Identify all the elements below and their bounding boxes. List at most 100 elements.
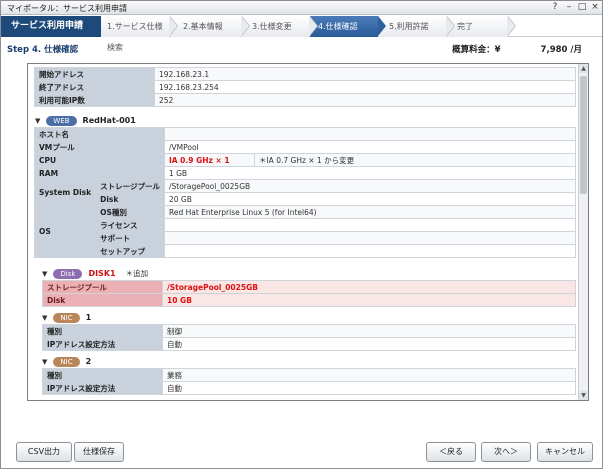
nic-tag: NIC xyxy=(53,313,80,323)
scroll-thumb[interactable] xyxy=(580,76,587,194)
step-4-active: 4.仕様確認 xyxy=(310,16,386,37)
step-2: 2.基本情報 xyxy=(171,16,250,37)
row-value: 252 xyxy=(154,93,576,107)
row-value: 192.168.23.254 xyxy=(154,80,576,94)
table-row: ライセンス xyxy=(35,218,577,232)
nic-type-value: 業務 xyxy=(162,368,576,382)
next-button[interactable]: 次へ＞ xyxy=(481,442,531,462)
footer-bar: CSV出力 仕様保存 ＜戻る 次へ＞ キャンセル xyxy=(1,439,602,469)
table-row: 開始アドレス 192.168.23.1 xyxy=(34,67,576,81)
step-bar: サービス利用申請 1.サービス仕様検索 2.基本情報 3.仕様変更 4.仕様確認… xyxy=(1,16,602,52)
sysdisk-label: System Disk xyxy=(33,179,97,206)
nic-type-label: 種別 xyxy=(42,324,163,338)
scroll-down-icon[interactable]: ▼ xyxy=(579,391,588,400)
nic-type-value: 制御 xyxy=(162,324,576,338)
collapse-triangle-icon[interactable]: ▼ xyxy=(35,115,40,127)
disk-storage-value: /StoragePool_0025GB xyxy=(162,280,576,294)
nic1-section-header[interactable]: ▼ NIC 1 xyxy=(42,312,91,324)
collapse-triangle-icon[interactable]: ▼ xyxy=(42,268,47,280)
step-3: 3.仕様変更 xyxy=(242,16,318,37)
os-label: OS xyxy=(33,205,97,258)
disk-tag: Disk xyxy=(53,269,83,279)
table-row: CPU IA 0.9 GHz × 1 ＊IA 0.7 GHz × 1 から変更 xyxy=(34,153,577,167)
estimate: 概算料金：¥ 7,980 /月 xyxy=(452,43,582,55)
table-row: サポート xyxy=(35,231,577,245)
pool-label: VMプール xyxy=(34,140,165,154)
network-table: 開始アドレス 192.168.23.1 終了アドレス 192.168.23.25… xyxy=(34,67,576,107)
web-section-header[interactable]: ▼ WEB RedHat-001 xyxy=(35,115,136,127)
os-type-value: Red Hat Enterprise Linux 5 (for Intel64) xyxy=(163,205,577,219)
support-label: サポート xyxy=(95,231,165,245)
cpu-note: ＊IA 0.7 GHz × 1 から変更 xyxy=(253,153,577,167)
cancel-button[interactable]: キャンセル xyxy=(537,442,593,462)
cpu-label: CPU xyxy=(34,153,165,167)
sysdisk-storage-label: ストレージプール xyxy=(95,179,165,193)
nic1-table: 種別 制御 IPアドレス設定方法 自動 xyxy=(42,324,576,351)
step-title: Step 4. 仕様確認 xyxy=(7,45,79,55)
table-row: 利用可能IP数 252 xyxy=(34,93,576,107)
minimize-icon[interactable]: – xyxy=(563,2,575,13)
back-button[interactable]: ＜戻る xyxy=(426,442,476,462)
disk-name: DISK1 xyxy=(88,269,116,278)
row-value: 192.168.23.1 xyxy=(154,67,576,81)
table-row: IPアドレス設定方法 自動 xyxy=(42,381,576,395)
host-label: ホスト名 xyxy=(34,127,165,141)
step-done-label: 完了 xyxy=(457,22,473,31)
step-5-label: 5.利用許諾 xyxy=(389,22,429,31)
table-row: 終了アドレス 192.168.23.254 xyxy=(34,80,576,94)
save-spec-button[interactable]: 仕様保存 xyxy=(74,442,124,462)
nic-ip-label: IPアドレス設定方法 xyxy=(42,381,163,395)
ram-value: 1 GB xyxy=(163,166,577,180)
row-label: 開始アドレス xyxy=(34,67,155,81)
step-5: 5.利用許諾 xyxy=(379,16,455,37)
row-label: 利用可能IP数 xyxy=(34,93,155,107)
estimate-value: 7,980 /月 xyxy=(540,45,582,55)
nic2-section-header[interactable]: ▼ NIC 2 xyxy=(42,356,91,368)
row-label: 終了アドレス xyxy=(34,80,155,94)
window-title: マイポータル：サービス利用申請 xyxy=(7,4,127,13)
pool-value: /VMPool xyxy=(163,140,577,154)
app-name: サービス利用申請 xyxy=(1,16,101,37)
nic-index: 1 xyxy=(85,313,92,322)
nic-index: 2 xyxy=(85,357,92,366)
table-row: OS OS種別 Red Hat Enterprise Linux 5 (for … xyxy=(33,205,577,258)
table-row: 種別 制御 xyxy=(42,324,576,338)
server-name: RedHat-001 xyxy=(82,116,136,125)
disk-table: ストレージプール /StoragePool_0025GB Disk 10 GB xyxy=(42,280,576,307)
step-1: 1.サービス仕様検索 xyxy=(101,16,178,52)
step-2-label: 2.基本情報 xyxy=(183,22,223,31)
table-row: RAM 1 GB xyxy=(34,166,577,180)
help-icon[interactable]: ? xyxy=(549,2,561,13)
license-label: ライセンス xyxy=(95,218,165,232)
table-row: セットアップ xyxy=(35,244,577,258)
nic-ip-value: 自動 xyxy=(162,337,576,351)
table-row: ストレージプール /StoragePool_0025GB xyxy=(42,280,576,294)
cpu-value: IA 0.9 GHz × 1 xyxy=(163,153,255,167)
disk-size-value: 10 GB xyxy=(162,293,576,307)
app-window: マイポータル：サービス利用申請 ? – □ × サービス利用申請 1.サービス仕… xyxy=(0,0,603,469)
disk-storage-label: ストレージプール xyxy=(42,280,163,294)
web-tag: WEB xyxy=(46,116,77,126)
collapse-triangle-icon[interactable]: ▼ xyxy=(42,356,47,368)
table-row: IPアドレス設定方法 自動 xyxy=(42,337,576,351)
table-row: VMプール /VMPool xyxy=(34,140,577,154)
scroll-up-icon[interactable]: ▲ xyxy=(579,64,588,73)
title-bar: マイポータル：サービス利用申請 ? – □ × xyxy=(1,1,602,15)
nic-ip-label: IPアドレス設定方法 xyxy=(42,337,163,351)
maximize-icon[interactable]: □ xyxy=(576,2,588,13)
nic-ip-value: 自動 xyxy=(162,381,576,395)
disk-section-header[interactable]: ▼ Disk DISK1 ＊追加 xyxy=(42,268,148,280)
web-spec-table: ホスト名 VMプール /VMPool CPU IA 0.9 GHz × 1 ＊I… xyxy=(33,127,577,258)
setup-value xyxy=(163,244,577,258)
os-type-label: OS種別 xyxy=(95,205,165,219)
table-row: System Disk ストレージプール /StoragePool_0025GB xyxy=(33,179,577,206)
vertical-scrollbar[interactable]: ▲ ▼ xyxy=(578,64,588,400)
close-icon[interactable]: × xyxy=(589,2,601,13)
step-done: 完了 xyxy=(447,16,516,37)
setup-label: セットアップ xyxy=(95,244,165,258)
sysdisk-storage-value: /StoragePool_0025GB xyxy=(163,179,577,193)
table-row: Disk 20 GB xyxy=(35,192,577,206)
table-row: ホスト名 xyxy=(34,127,577,141)
csv-export-button[interactable]: CSV出力 xyxy=(16,442,72,462)
collapse-triangle-icon[interactable]: ▼ xyxy=(42,312,47,324)
